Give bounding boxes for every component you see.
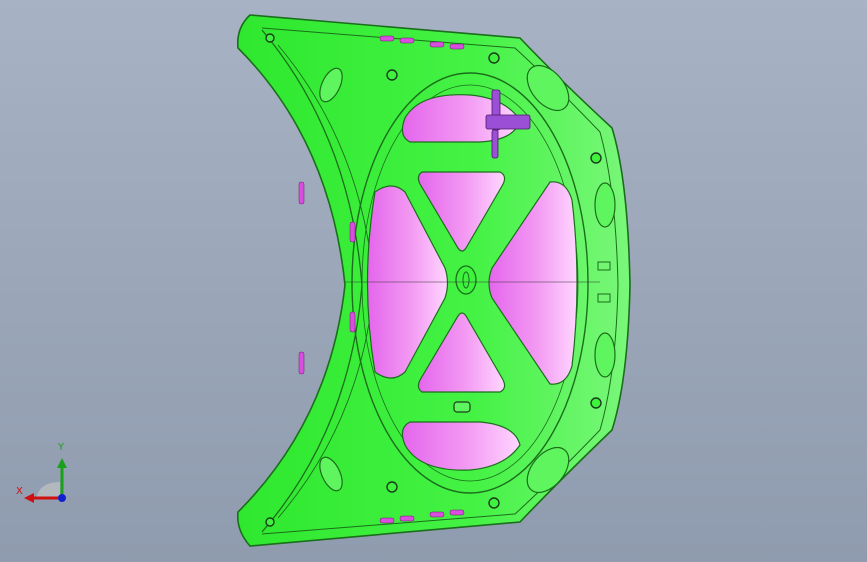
center-hub — [455, 265, 477, 295]
hood-inner-panel-model[interactable] — [0, 0, 867, 562]
triad-graphic — [24, 458, 67, 503]
x-axis-label: X — [16, 486, 23, 497]
latch-plate — [453, 401, 471, 413]
coordinate-triad: X Y — [10, 438, 80, 508]
graphics-viewport[interactable]: X Y — [0, 0, 867, 562]
z-axis-point — [58, 494, 66, 502]
y-axis-label: Y — [58, 442, 65, 453]
